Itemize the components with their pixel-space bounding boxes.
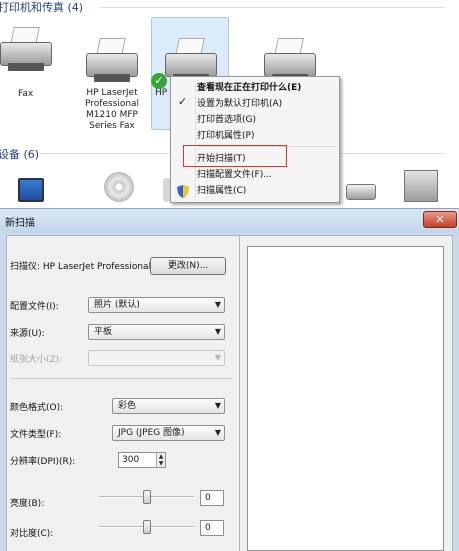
stepper-arrows[interactable]: ▲ ▼: [156, 453, 165, 467]
keyboard-icon[interactable]: [346, 184, 376, 200]
source-select[interactable]: 平板 ▼: [88, 324, 225, 340]
pane-splitter[interactable]: [239, 236, 240, 551]
dialog-client-area: 扫描仪: HP LaserJet Professional... 更改(N)..…: [6, 235, 453, 551]
menu-item-scan-profiles[interactable]: 扫描配置文件(F)...: [197, 167, 337, 183]
contrast-value: 0: [205, 523, 211, 533]
change-scanner-label: 更改(N)...: [167, 261, 209, 271]
profile-select[interactable]: 照片 (默认) ▼: [88, 297, 225, 313]
scanner-label: 扫描仪: HP LaserJet Professional...: [10, 262, 160, 272]
device-label: Fax: [18, 89, 34, 99]
shield-icon: [177, 185, 189, 198]
resolution-value: 300: [122, 455, 140, 465]
brightness-input[interactable]: 0: [200, 490, 224, 506]
dialog-titlebar[interactable]: 新扫描 ✕: [0, 209, 459, 233]
default-check-icon: ✓: [151, 73, 167, 89]
resolution-label: 分辨率(DPI)(R):: [10, 457, 76, 467]
chevron-down-icon: ▼: [214, 428, 221, 437]
paper-size-select[interactable]: ▼: [88, 350, 225, 366]
profile-value: 照片 (默认): [94, 300, 140, 310]
menu-item-see-printing[interactable]: 查看现在正在打印什么(E): [197, 80, 337, 96]
contrast-input[interactable]: 0: [200, 520, 224, 536]
brightness-label: 亮度(B):: [10, 499, 45, 509]
device-label: HP LaserJet Professional M1210 MFP Serie…: [84, 88, 140, 131]
close-button[interactable]: ✕: [423, 211, 457, 228]
resolution-stepper[interactable]: 300 ▲ ▼: [118, 452, 166, 468]
menu-item-scan-properties[interactable]: 扫描属性(C): [197, 183, 337, 199]
source-value: 平板: [94, 327, 113, 337]
computer-icon[interactable]: [404, 170, 438, 202]
menu-gutter: [195, 79, 196, 200]
color-format-select[interactable]: 彩色 ▼: [112, 398, 225, 414]
menu-item-printing-preferences[interactable]: 打印首选项(G): [197, 112, 337, 128]
printers-section-title[interactable]: 打印机和传真 (4): [0, 0, 83, 15]
profile-label: 配置文件(I):: [10, 302, 59, 312]
chevron-down-icon: ▼: [214, 327, 221, 336]
monitor-icon[interactable]: [18, 178, 44, 202]
devices-and-printers-panel: 打印机和传真 (4) Fax HP LaserJet Professional …: [0, 0, 459, 203]
devices-section-title[interactable]: 设备 (6): [0, 146, 39, 162]
brightness-value: 0: [205, 493, 211, 503]
file-type-label: 文件类型(F):: [10, 430, 62, 440]
highlight-box: [183, 145, 287, 167]
fax-icon: [0, 27, 54, 73]
color-format-value: 彩色: [118, 401, 137, 411]
screenshot: 打印机和传真 (4) Fax HP LaserJet Professional …: [0, 0, 459, 551]
section-divider: [10, 378, 232, 379]
scan-preview-area: [247, 246, 444, 551]
file-type-select[interactable]: JPG (JPEG 图像) ▼: [112, 425, 225, 441]
file-type-value: JPG (JPEG 图像): [118, 428, 185, 438]
source-label: 来源(U):: [10, 329, 45, 339]
contrast-label: 对比度(C):: [10, 529, 54, 539]
context-menu: 查看现在正在打印什么(E) ✓ 设置为默认打印机(A) 打印首选项(G) 打印机…: [170, 76, 340, 203]
printer-icon: [84, 38, 140, 84]
new-scan-dialog: 新扫描 ✕ 扫描仪: HP LaserJet Professional... 更…: [0, 208, 459, 551]
chevron-down-icon: ▼: [214, 401, 221, 410]
chevron-down-icon: ▼: [214, 300, 221, 309]
checkmark-icon: ✓: [178, 95, 188, 108]
change-scanner-button[interactable]: 更改(N)...: [150, 257, 226, 275]
brightness-slider-thumb[interactable]: [142, 490, 151, 504]
paper-size-label: 纸张大小(Z):: [10, 355, 63, 365]
section-divider: [100, 7, 445, 8]
dialog-title: 新扫描: [5, 218, 35, 229]
contrast-slider-thumb[interactable]: [142, 520, 151, 534]
menu-item-set-default[interactable]: 设置为默认打印机(A): [197, 96, 337, 112]
color-format-label: 颜色格式(O):: [10, 403, 64, 413]
close-icon: ✕: [435, 213, 445, 226]
menu-item-printer-properties[interactable]: 打印机属性(P): [197, 128, 337, 144]
disc-icon[interactable]: [104, 172, 134, 202]
chevron-down-icon: ▼: [214, 353, 221, 362]
